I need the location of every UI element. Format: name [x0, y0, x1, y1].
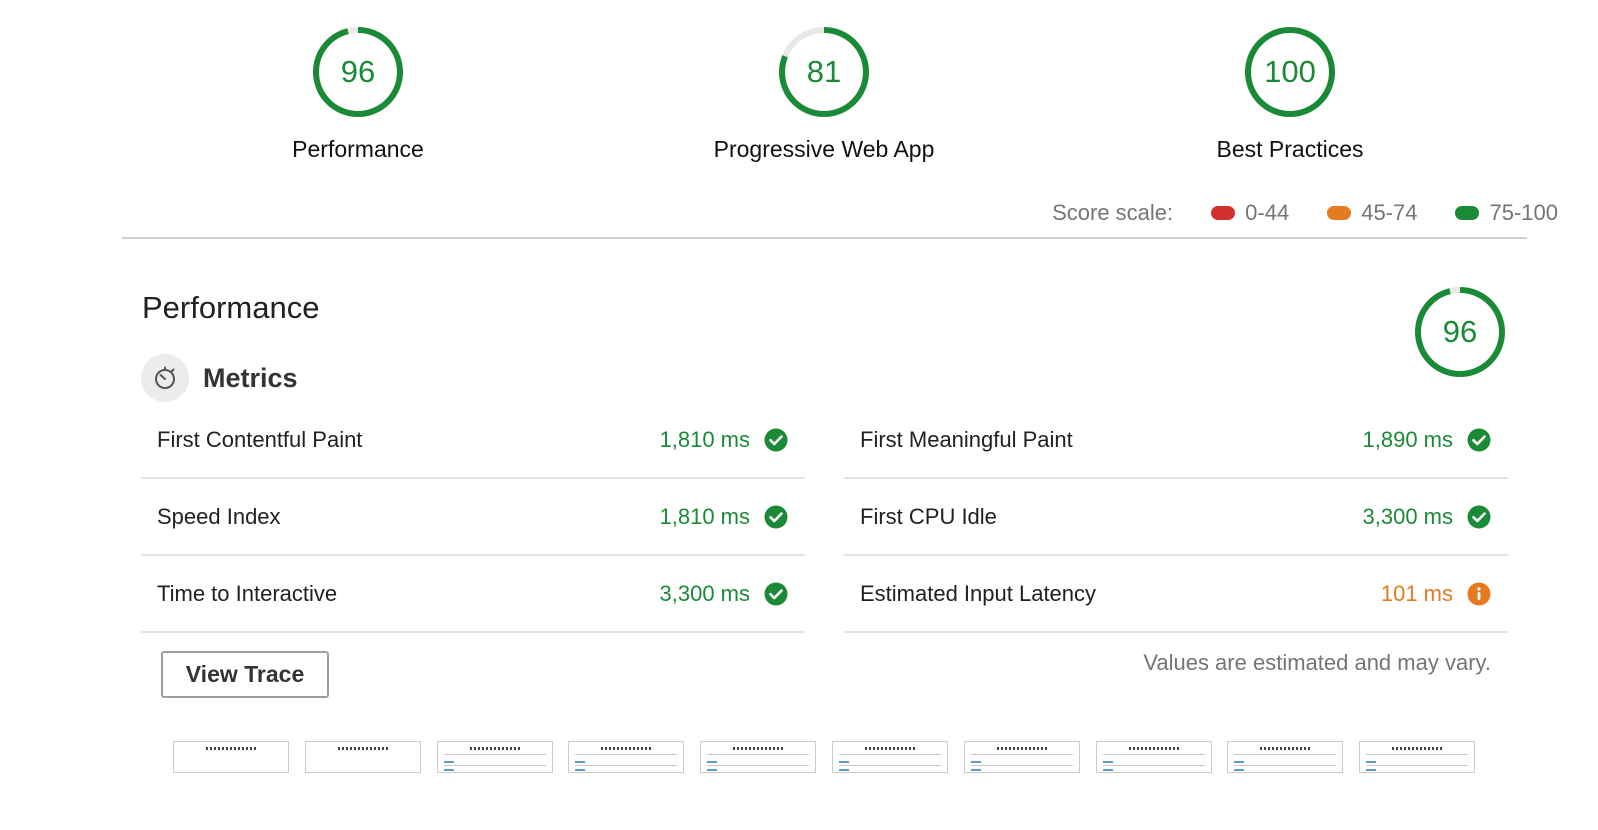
metrics-title: Metrics — [203, 362, 298, 393]
pass-swatch-icon — [1455, 206, 1480, 220]
gauge-label: Best Practices — [1216, 136, 1364, 162]
metric-name: First CPU Idle — [860, 503, 997, 529]
scale-average: 45-74 — [1327, 200, 1417, 226]
filmstrip-frame[interactable] — [1359, 741, 1476, 773]
fail-swatch-icon — [1211, 206, 1236, 220]
scale-pass-range: 75-100 — [1489, 200, 1558, 225]
score-ring: 100 — [1242, 24, 1338, 120]
gauge-label: Progressive Web App — [713, 136, 935, 162]
section-score-value: 96 — [1442, 314, 1478, 349]
check-circle-icon — [764, 428, 788, 451]
metric-name: Speed Index — [157, 503, 281, 529]
filmstrip-frame[interactable] — [436, 741, 553, 773]
metric-value: 3,300 ms — [659, 580, 751, 606]
info-circle-icon — [1467, 582, 1491, 605]
check-circle-icon — [764, 582, 788, 605]
score-value: 100 — [1264, 54, 1316, 89]
metric-value: 1,890 ms — [1362, 426, 1454, 452]
filmstrip-frame[interactable] — [1095, 741, 1212, 773]
metric-value: 1,810 ms — [659, 503, 751, 529]
scale-fail: 0-44 — [1211, 200, 1289, 226]
filmstrip-frame[interactable] — [304, 741, 421, 773]
metric-name: Time to Interactive — [157, 580, 338, 606]
scale-fail-range: 0-44 — [1245, 200, 1290, 225]
scale-average-range: 45-74 — [1361, 200, 1418, 225]
filmstrip-frame[interactable] — [831, 741, 948, 773]
filmstrip-frame[interactable] — [173, 741, 289, 773]
score-value: 96 — [340, 54, 376, 89]
metric-value: 3,300 ms — [1362, 503, 1454, 529]
filmstrip-frame[interactable] — [963, 741, 1080, 773]
gauge-pwa[interactable]: 81 Progressive Web App — [674, 24, 974, 163]
metrics-column-right: First Meaningful Paint 1,890 ms First CP… — [844, 402, 1508, 633]
average-swatch-icon — [1327, 206, 1352, 220]
filmstrip — [173, 741, 1476, 773]
filmstrip-frame[interactable] — [700, 741, 817, 773]
metric-row: Speed Index 1,810 ms — [141, 479, 805, 556]
section-score-gauge: 96 — [1412, 284, 1508, 380]
metric-name: First Contentful Paint — [157, 426, 363, 452]
gauge-best-practices[interactable]: 100 Best Practices — [1140, 24, 1440, 163]
check-circle-icon — [1467, 428, 1491, 451]
metrics-column-left: First Contentful Paint 1,810 ms Speed In… — [141, 402, 805, 633]
score-ring: 81 — [776, 24, 872, 120]
filmstrip-frame[interactable] — [568, 741, 685, 773]
section-title: Performance — [142, 290, 320, 325]
metric-value: 101 ms — [1380, 580, 1453, 606]
view-trace-button[interactable]: View Trace — [161, 651, 329, 698]
metric-name: Estimated Input Latency — [860, 580, 1097, 606]
gauge-performance[interactable]: 96 Performance — [208, 24, 508, 163]
check-circle-icon — [764, 505, 788, 528]
score-scale-label: Score scale: — [1052, 200, 1174, 225]
metric-row: Estimated Input Latency 101 ms — [844, 556, 1508, 633]
metrics-header: Metrics — [141, 354, 298, 402]
metric-row: First Meaningful Paint 1,890 ms — [844, 402, 1508, 479]
metric-name: First Meaningful Paint — [860, 426, 1073, 452]
metric-row: Time to Interactive 3,300 ms — [141, 556, 805, 633]
filmstrip-frame[interactable] — [1227, 741, 1344, 773]
check-circle-icon — [1467, 505, 1491, 528]
score-value: 81 — [806, 54, 842, 89]
score-ring: 96 — [310, 24, 406, 120]
scale-pass: 75-100 — [1455, 200, 1558, 226]
score-scale: Score scale: 0-44 45-74 75-100 — [1052, 200, 1558, 226]
gauge-label: Performance — [292, 136, 424, 162]
estimate-note: Values are estimated and may vary. — [1143, 650, 1491, 675]
metric-value: 1,810 ms — [659, 426, 751, 452]
metric-row: First CPU Idle 3,300 ms — [844, 479, 1508, 556]
stopwatch-icon — [141, 354, 189, 402]
divider — [122, 237, 1527, 239]
metric-row: First Contentful Paint 1,810 ms — [141, 402, 805, 479]
